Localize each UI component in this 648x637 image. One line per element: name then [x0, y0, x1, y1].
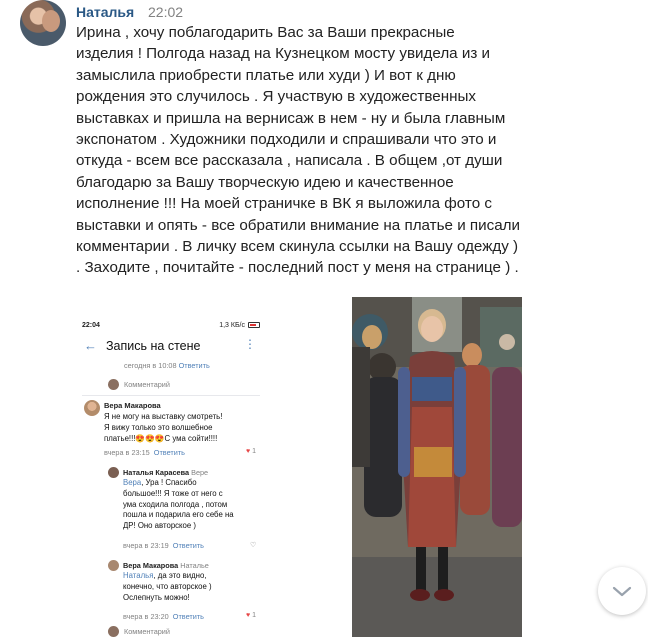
comment-author-line: Вера Макарова Наталье: [123, 561, 209, 570]
heart-icon: ♡: [250, 542, 257, 549]
comment-input: Комментарий: [124, 380, 170, 389]
message-line: рождения это случилось . Я участвую в ху…: [76, 88, 476, 106]
phone-title: Запись на стене: [106, 339, 201, 353]
avatar: [84, 400, 100, 416]
chevron-down-icon: [612, 586, 632, 597]
comment-text: Я не могу на выставку смотреть! Я вижу т…: [104, 412, 223, 443]
comment-author-line: Наталья Карасева Вере: [123, 468, 209, 477]
comment-author: Вера Макарова: [104, 401, 161, 410]
avatar: [108, 379, 119, 390]
scroll-down-button[interactable]: [598, 567, 646, 615]
message-line: выставках и пришла на вернисаж в нем - н…: [76, 109, 506, 127]
author-name[interactable]: Наталья: [76, 4, 134, 20]
message-line: Ирина , хочу поблагодарить Вас за Ваши п…: [76, 24, 455, 41]
message-line: комментарии . В личку всем скинула ссылк…: [76, 238, 519, 256]
message-line: . Заходите , почитайте - последний пост …: [76, 259, 519, 277]
message-line: откуда - всем все рассказала , написала …: [76, 152, 503, 170]
exhibition-photo: [352, 297, 522, 637]
comment-input: Комментарий: [124, 627, 170, 636]
comment-text: Вера, Ура ! Спасибо большое!!! Я тоже от…: [123, 478, 234, 531]
battery-icon: [248, 322, 260, 329]
arrow-left-icon: ←: [84, 338, 97, 353]
attachment-screenshot[interactable]: 22:04 1,3 КБ/с ← Запись на стене ⋮ сегод…: [76, 317, 266, 637]
attachment-photo[interactable]: [352, 297, 522, 637]
status-right: 1,3 КБ/с: [219, 322, 260, 329]
message-text: Ирина , хочу поблагодарить Вас за Ваши п…: [76, 22, 566, 279]
message-line: выставки и опять - все обратили внимание…: [76, 216, 521, 234]
avatar: [108, 467, 119, 478]
message-line: изделия ! Полгода назад на Кузнецком мос…: [76, 45, 490, 63]
avatar[interactable]: [20, 0, 66, 46]
message-line: благодарю за Вашу творческую идею и каче…: [76, 173, 454, 191]
message-time[interactable]: 22:02: [148, 4, 183, 20]
status-time: 22:04: [82, 322, 100, 329]
phone-status-bar: 22:04 1,3 КБ/с: [82, 321, 260, 333]
heart-icon: ♥ 1: [246, 448, 257, 455]
comment-meta: вчера в 23:19 Ответить: [123, 541, 204, 550]
phone-header: ← Запись на стене ⋮: [76, 335, 266, 357]
status-speed: 1,3 КБ/с: [219, 322, 245, 329]
avatar: [108, 626, 119, 637]
avatar: [108, 560, 119, 571]
comment-meta: сегодня в 10:08 Ответить: [124, 361, 210, 370]
comment-text: Наталья, да это видно, конечно, что авто…: [123, 571, 212, 602]
comment-meta: вчера в 23:20 Ответить: [123, 612, 204, 621]
message-line: исполнение !!! На моей страничке в ВК я …: [76, 195, 492, 213]
comment-meta: вчера в 23:15 Ответить: [104, 448, 185, 457]
heart-icon: ♥ 1: [246, 612, 257, 619]
message-line: замыслила приобрести платье или худи ) И…: [76, 66, 456, 84]
kebab-menu-icon: ⋮: [244, 337, 256, 351]
message-line: экспонатом . Художники подходили и спраш…: [76, 131, 497, 149]
